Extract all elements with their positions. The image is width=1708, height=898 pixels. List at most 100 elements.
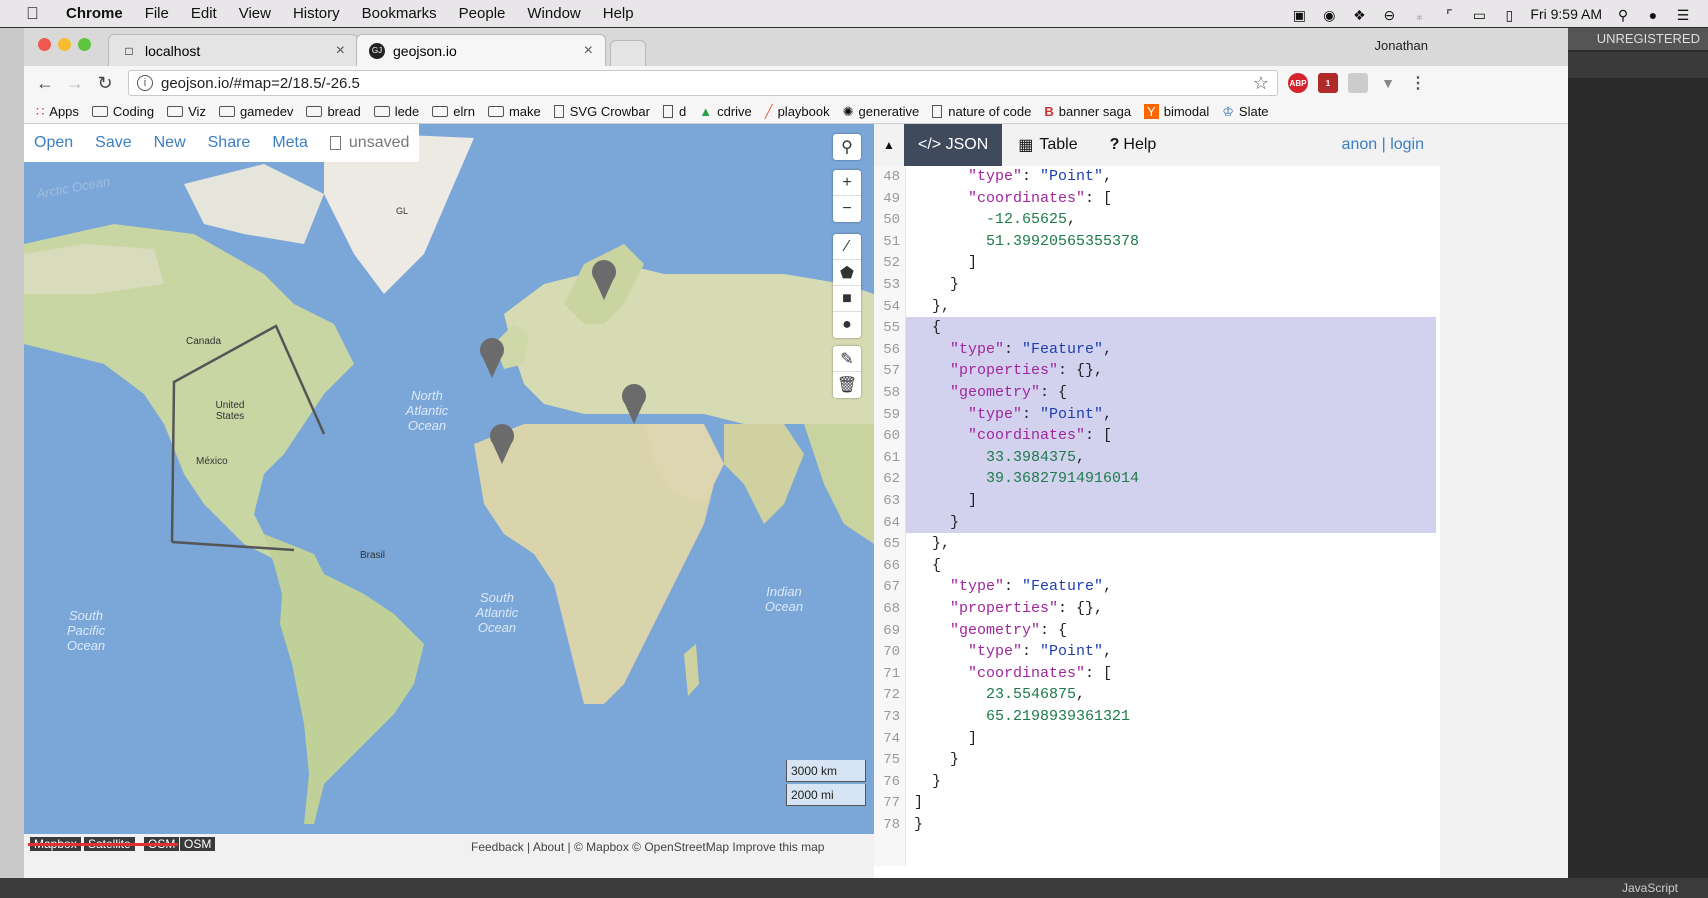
battery-icon[interactable]: ▯ bbox=[1500, 7, 1518, 23]
code-line[interactable]: 54 }, bbox=[874, 296, 1440, 318]
reload-icon[interactable]: ↻ bbox=[90, 73, 120, 94]
minimize-window-button[interactable] bbox=[58, 38, 71, 51]
sync-icon[interactable]: ⊖ bbox=[1380, 7, 1398, 23]
tab-json[interactable]: </> JSON bbox=[904, 124, 1003, 166]
menu-history[interactable]: History bbox=[293, 5, 340, 22]
code-line[interactable]: 50 -12.65625, bbox=[874, 209, 1440, 231]
bookmark-item[interactable]: d bbox=[662, 104, 686, 119]
bookmark-item[interactable]: ✺ generative bbox=[843, 104, 920, 120]
code-line[interactable]: 58 "geometry": { bbox=[874, 382, 1440, 404]
eye-icon[interactable]: ◉ bbox=[1320, 7, 1338, 23]
menu-edit[interactable]: Edit bbox=[191, 5, 217, 22]
bookmark-item[interactable]: lede bbox=[373, 104, 419, 119]
json-code-editor[interactable]: 48 "type": "Point", 49 "coordinates": [50… bbox=[874, 166, 1440, 866]
close-icon[interactable]: × bbox=[584, 42, 593, 60]
dropbox-icon[interactable]: ❖ bbox=[1350, 7, 1368, 23]
draw-rectangle-icon[interactable]: ■ bbox=[833, 286, 861, 312]
siri-icon[interactable]: ● bbox=[1644, 7, 1662, 23]
menu-open[interactable]: Open bbox=[34, 134, 73, 152]
code-line[interactable]: 68 "properties": {}, bbox=[874, 598, 1440, 620]
vue-extension-icon[interactable]: ▼ bbox=[1378, 73, 1398, 93]
apple-icon[interactable]:  bbox=[26, 4, 44, 24]
menu-view[interactable]: View bbox=[239, 5, 271, 22]
new-tab-button[interactable] bbox=[610, 40, 646, 66]
tab-localhost[interactable]: □ localhost × bbox=[108, 34, 358, 66]
wifi-icon[interactable]: ⌜ bbox=[1440, 7, 1458, 23]
code-line[interactable]: 77] bbox=[874, 792, 1440, 814]
bookmark-item[interactable]: ▲ cdrive bbox=[699, 104, 752, 119]
zoom-window-button[interactable] bbox=[78, 38, 91, 51]
rss-extension-icon[interactable] bbox=[1348, 73, 1368, 93]
menu-people[interactable]: People bbox=[459, 5, 506, 22]
bookmark-item[interactable]: Viz bbox=[167, 104, 206, 119]
bookmark-star-icon[interactable]: ☆ bbox=[1253, 73, 1269, 94]
draw-polygon-icon[interactable]: ⬟ bbox=[833, 260, 861, 286]
auth-links[interactable]: anon | login bbox=[1342, 136, 1424, 154]
code-line[interactable]: 53 } bbox=[874, 274, 1440, 296]
bookmark-item[interactable]: Ybimodal bbox=[1144, 104, 1209, 119]
close-icon[interactable]: × bbox=[336, 42, 345, 60]
code-line[interactable]: 55 { bbox=[874, 317, 1440, 339]
spotlight-icon[interactable]: ⚲ bbox=[1614, 7, 1632, 23]
bookmark-item[interactable]: make bbox=[487, 104, 541, 119]
bookmark-item[interactable]: gamedev bbox=[218, 104, 293, 119]
close-window-button[interactable] bbox=[38, 38, 51, 51]
code-line[interactable]: 51 51.39920565355378 bbox=[874, 231, 1440, 253]
forward-arrow-icon[interactable]: → bbox=[60, 73, 90, 94]
code-line[interactable]: 57 "properties": {}, bbox=[874, 360, 1440, 382]
notifications-icon[interactable]: ☰ bbox=[1674, 7, 1692, 23]
menu-save[interactable]: Save bbox=[95, 134, 131, 152]
bookmark-item[interactable]: ♔ Slate bbox=[1222, 104, 1268, 120]
code-line[interactable]: 56 "type": "Feature", bbox=[874, 338, 1440, 361]
menu-help[interactable]: Help bbox=[603, 5, 634, 22]
zoom-out-button[interactable]: − bbox=[833, 196, 861, 222]
url-text[interactable]: geojson.io/#map=2/18.5/-26.5 bbox=[161, 75, 360, 92]
menu-bookmarks[interactable]: Bookmarks bbox=[362, 5, 437, 22]
draw-line-icon[interactable]: ∕ bbox=[833, 234, 861, 260]
code-line[interactable]: 48 "type": "Point", bbox=[874, 166, 1440, 188]
code-line[interactable]: 52 ] bbox=[874, 252, 1440, 274]
bookmark-item[interactable]: Coding bbox=[91, 104, 154, 119]
clock[interactable]: Fri 9:59 AM bbox=[1530, 6, 1602, 22]
menu-file[interactable]: File bbox=[145, 5, 169, 22]
layer-osm-alt[interactable]: OSM bbox=[180, 837, 216, 851]
tab-table[interactable]: ▦ Table bbox=[1002, 135, 1093, 155]
address-bar[interactable]: i geojson.io/#map=2/18.5/-26.5 ☆ bbox=[128, 70, 1278, 96]
back-arrow-icon[interactable]: ← bbox=[30, 73, 60, 94]
edit-icon[interactable]: ✎ bbox=[833, 346, 861, 372]
map-attribution[interactable]: Feedback | About | © Mapbox © OpenStreet… bbox=[471, 840, 824, 854]
code-line[interactable]: 63 ] bbox=[874, 490, 1440, 512]
extension-icon[interactable]: 1 bbox=[1318, 73, 1338, 93]
bookmark-item[interactable]: bread bbox=[306, 104, 361, 119]
code-line[interactable]: 72 23.5546875, bbox=[874, 684, 1440, 706]
airplay-icon[interactable]: ▭ bbox=[1470, 7, 1488, 23]
menu-dots-icon[interactable]: ⋮ bbox=[1408, 73, 1428, 93]
collapse-triangle-icon[interactable]: ▲ bbox=[874, 138, 904, 152]
bookmark-item[interactable]: elrn bbox=[432, 104, 475, 119]
code-line[interactable]: 66 { bbox=[874, 555, 1440, 577]
search-icon[interactable]: ⚲ bbox=[833, 134, 861, 160]
code-line[interactable]: 49 "coordinates": [ bbox=[874, 188, 1440, 210]
bookmark-item[interactable]: nature of code bbox=[932, 104, 1031, 119]
bookmark-item[interactable]: SVG Crowbar bbox=[553, 104, 650, 119]
code-line[interactable]: 75 } bbox=[874, 749, 1440, 771]
map-canvas[interactable] bbox=[24, 124, 874, 834]
map[interactable]: Arctic Ocean Canada United States México… bbox=[24, 124, 874, 834]
adblock-icon[interactable]: ABP bbox=[1288, 73, 1308, 93]
trash-icon[interactable]: 🗑 bbox=[833, 372, 861, 398]
code-line[interactable]: 76 } bbox=[874, 771, 1440, 793]
code-line[interactable]: 69 "geometry": { bbox=[874, 620, 1440, 642]
code-line[interactable]: 64 } bbox=[874, 511, 1440, 534]
bookmark-item[interactable]: ╱ playbook bbox=[765, 104, 830, 120]
code-line[interactable]: 60 "coordinates": [ bbox=[874, 425, 1440, 447]
code-line[interactable]: 61 33.3984375, bbox=[874, 446, 1440, 469]
profile-name[interactable]: Jonathan bbox=[1375, 38, 1429, 53]
info-icon[interactable]: i bbox=[137, 75, 153, 91]
code-line[interactable]: 78} bbox=[874, 814, 1440, 836]
bookmark-item[interactable]: ∷ Apps bbox=[36, 104, 79, 120]
menu-app-name[interactable]: Chrome bbox=[66, 5, 123, 22]
tab-help[interactable]: ? Help bbox=[1094, 136, 1173, 154]
code-line[interactable]: 65 }, bbox=[874, 533, 1440, 555]
menu-new[interactable]: New bbox=[154, 134, 186, 152]
draw-marker-icon[interactable]: ● bbox=[833, 312, 861, 338]
